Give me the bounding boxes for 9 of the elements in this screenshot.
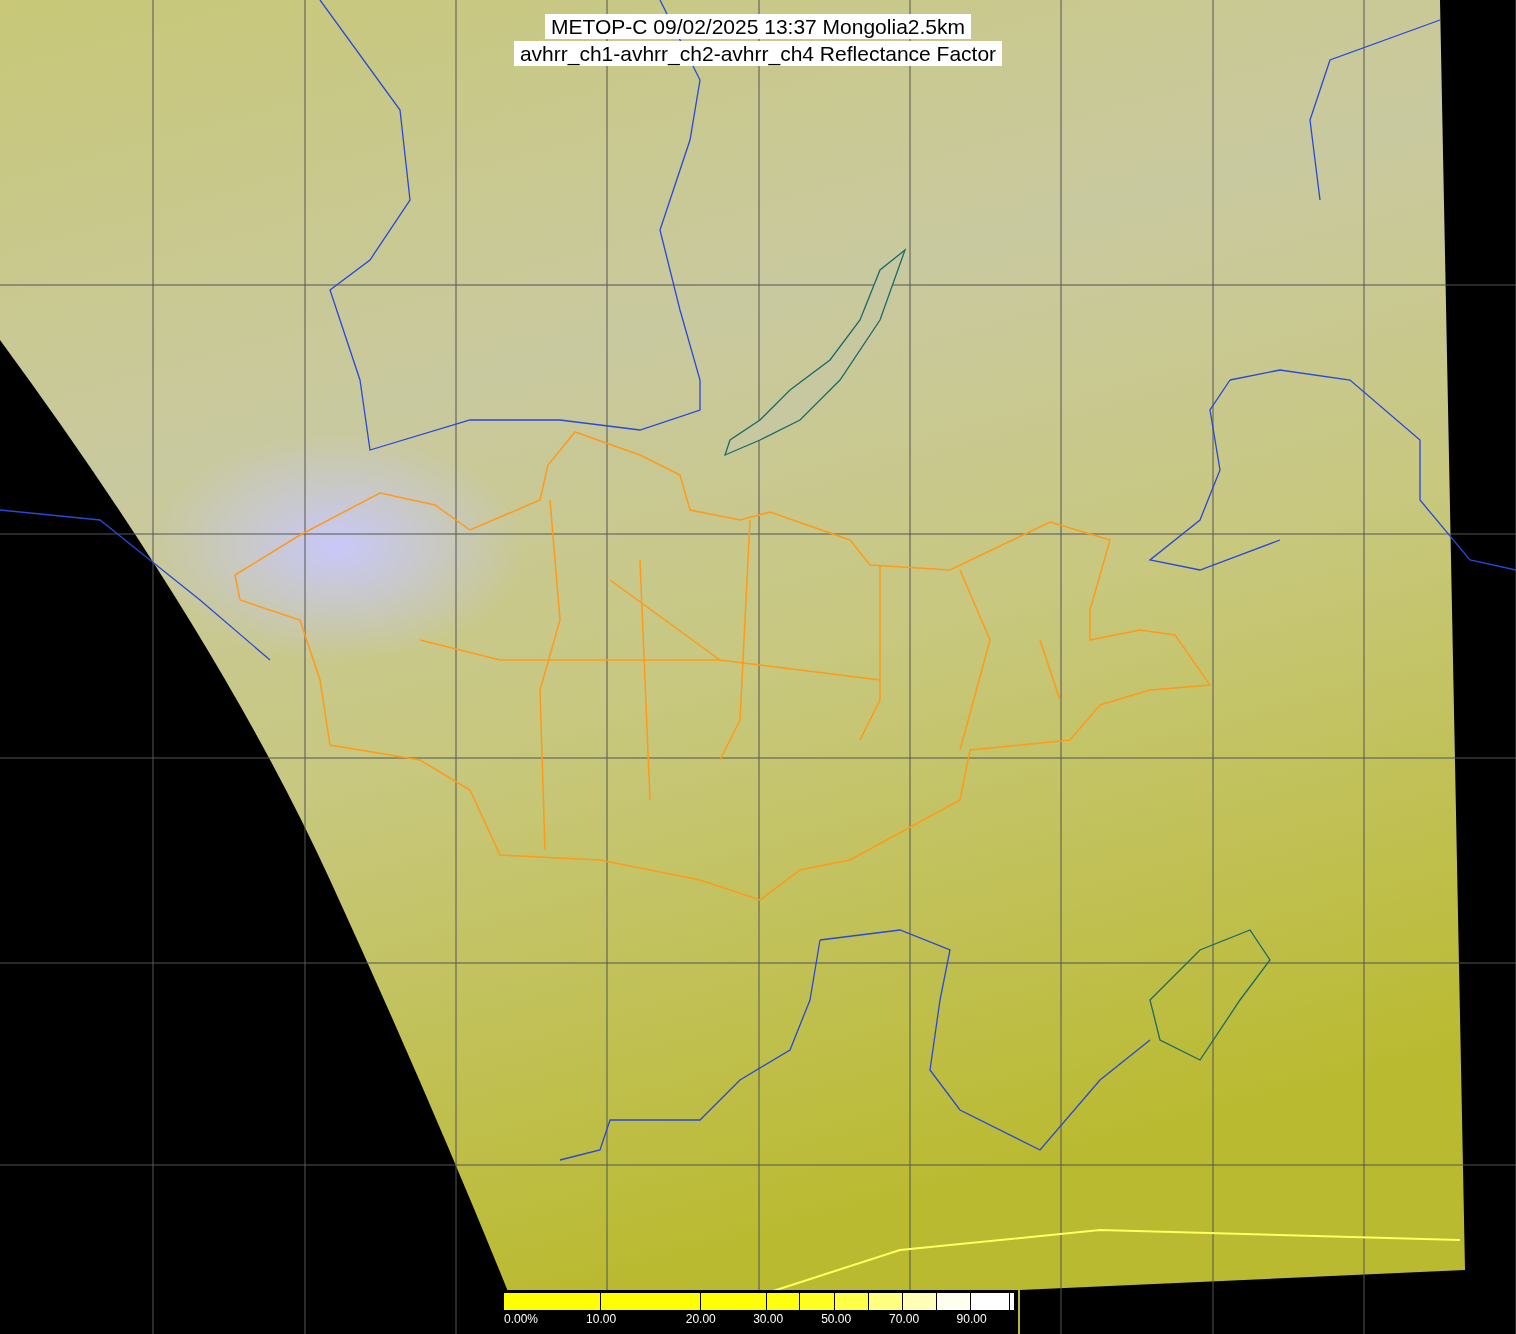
colorbar-label: 10.00 (586, 1311, 617, 1327)
colorbar-label: 70.00 (889, 1311, 920, 1327)
colorbar-label: 90.00 (956, 1311, 987, 1327)
map-title: METOP-C 09/02/2025 13:37 Mongolia2.5km (545, 14, 971, 39)
colorbar-label: 30.00 (753, 1311, 784, 1327)
colorbar-label: 20.00 (685, 1311, 716, 1327)
colorbar-label: 0.00% (504, 1311, 539, 1327)
map-title: avhrr_ch1-avhrr_ch2-avhrr_ch4 Reflectance Factor (513, 41, 1003, 66)
colorbar-label: 50.00 (821, 1311, 852, 1327)
